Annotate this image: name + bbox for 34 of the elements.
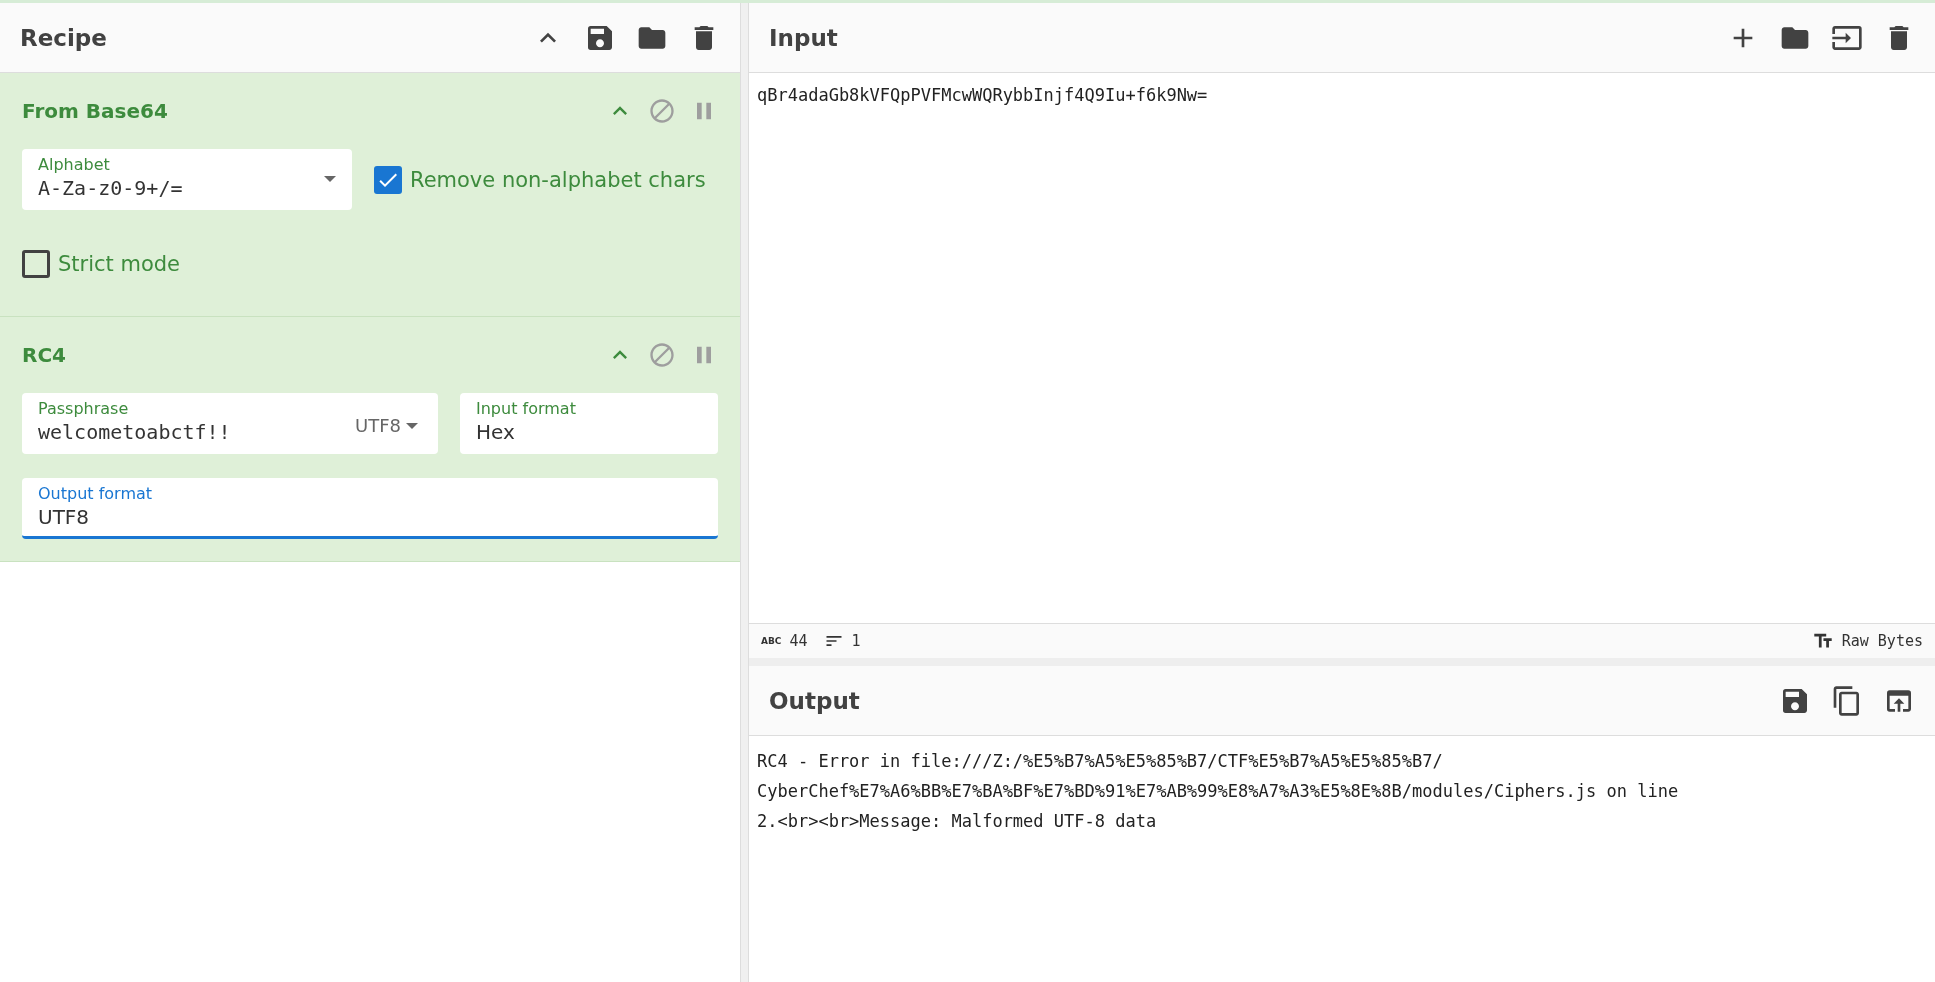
panel-title: Input — [769, 24, 838, 51]
checkbox-label: Remove non-alphabet chars — [410, 167, 706, 192]
input-field[interactable]: Output format UTF8 — [22, 478, 718, 539]
input-field[interactable]: Passphrase welcometoabctf!! UTF8 — [22, 393, 438, 454]
output-text-line: RC4 - Error in file:///Z:/%E5%B7%A5%E5%85%B7/CTF%E5%B7%A5%E5%85%B7/ — [757, 750, 1444, 773]
field-label: Alphabet — [38, 155, 111, 174]
field-value: UTF8 — [38, 505, 90, 529]
length-count: 44 — [789, 632, 808, 650]
panel-title: Output — [769, 687, 860, 714]
caret-icon — [406, 422, 418, 429]
input-field[interactable]: Alphabet A-Za-z0-9+/= — [22, 149, 352, 210]
output-text-line: 2.<br><br>Message: Malformed UTF-8 data — [757, 810, 1158, 833]
input-text[interactable]: qBr4adaGb8kVFQpPVFMcwWQRybbInjf4Q9Iu+f6k9Nw= — [749, 73, 1935, 623]
checkbox[interactable]: Strict mode — [22, 250, 181, 278]
panel-title: Recipe — [20, 24, 107, 51]
checkbox-box[interactable] — [374, 165, 402, 194]
field-value: welcometoabctf!! — [38, 420, 231, 444]
field-label: Passphrase — [38, 399, 130, 418]
input-field[interactable]: Input format Hex — [460, 393, 718, 454]
encoding-label[interactable]: Raw Bytes — [1841, 632, 1923, 650]
line-count: 1 — [851, 632, 861, 650]
field-value: A-Za-z0-9+/= — [38, 176, 183, 200]
abc-label: ABC — [761, 636, 782, 646]
checkbox-label: Strict mode — [58, 252, 181, 276]
dropdown-caret-icon[interactable] — [324, 176, 336, 182]
checkbox-box[interactable] — [22, 250, 50, 278]
field-label: Input format — [476, 399, 577, 418]
operation-title: RC4 — [22, 343, 66, 367]
encoding-toggle[interactable]: UTF8 — [355, 415, 418, 436]
checkbox[interactable]: Remove non-alphabet chars — [374, 165, 706, 194]
operation-title: From Base64 — [22, 99, 168, 123]
field-label: Output format — [38, 484, 154, 503]
output-text-line: CyberChef%E7%A6%BB%E7%BA%BF%E7%BD%91%E7%AB%99%E8%A7%A3%E5%8E%8B/modules/Ciphers.js on line — [757, 780, 1680, 803]
field-value: Hex — [476, 420, 515, 444]
